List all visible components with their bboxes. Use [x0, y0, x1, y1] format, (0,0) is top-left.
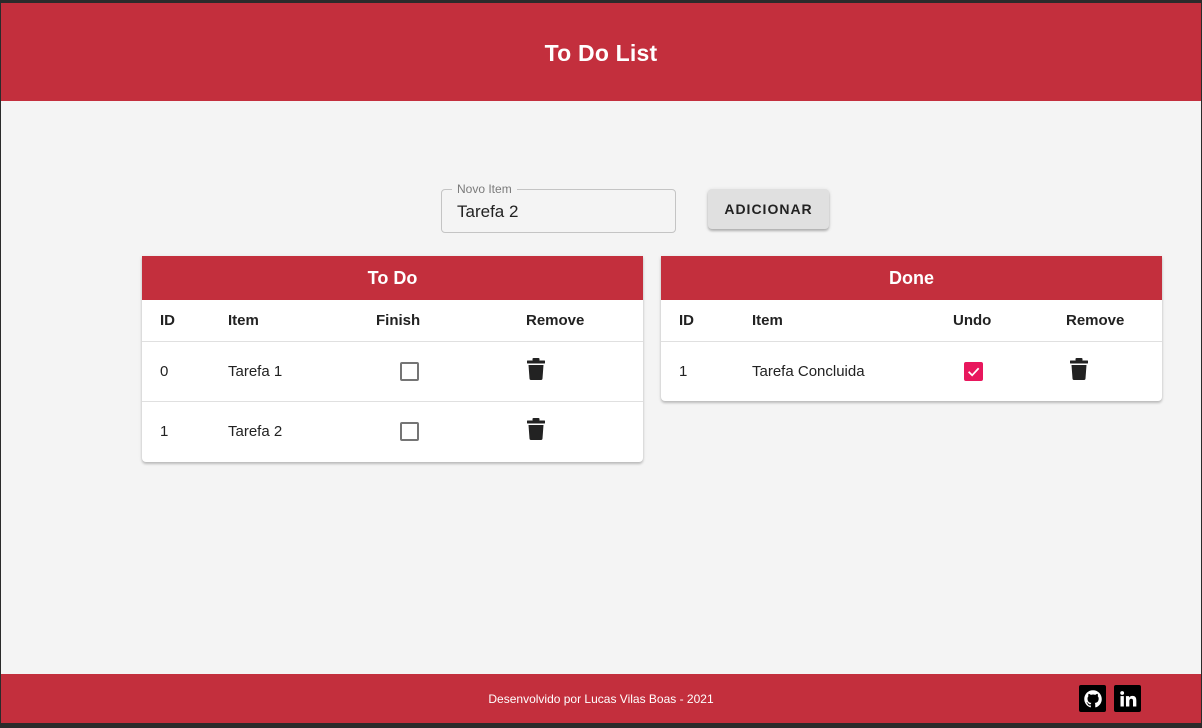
done-col-id: ID [661, 300, 734, 342]
app-footer: Desenvolvido por Lucas Vilas Boas - 2021 [1, 674, 1201, 723]
todo-row-item: Tarefa 2 [228, 422, 283, 440]
linkedin-icon[interactable] [1114, 685, 1141, 712]
table-row: 1 Tarefa Concluida [661, 341, 1162, 401]
done-col-item: Item [734, 300, 919, 342]
github-icon[interactable] [1079, 685, 1106, 712]
todo-card-title: To Do [142, 256, 643, 300]
todo-table: ID Item Finish Remove 0 Tarefa 1 1 Taref… [142, 300, 643, 461]
todo-card: To Do ID Item Finish Remove 0 Tarefa 1 1… [142, 256, 643, 462]
new-item-field[interactable]: Novo Item [441, 182, 676, 233]
finish-checkbox[interactable] [400, 361, 419, 381]
todo-col-remove: Remove [483, 300, 643, 342]
trash-icon[interactable] [527, 358, 545, 384]
done-card-title: Done [661, 256, 1162, 300]
done-card: Done ID Item Undo Remove 1 Tarefa Conclu… [661, 256, 1162, 401]
done-table: ID Item Undo Remove 1 Tarefa Concluida [661, 300, 1162, 401]
done-col-undo: Undo [919, 300, 1021, 342]
footer-credits: Desenvolvido por Lucas Vilas Boas - 2021 [488, 692, 714, 706]
table-row: 1 Tarefa 2 [142, 401, 643, 461]
app-header: To Do List [1, 3, 1201, 101]
checkmark-icon [968, 367, 980, 377]
done-row-id: 1 [679, 362, 688, 380]
todo-col-id: ID [142, 300, 228, 342]
add-button[interactable]: ADICIONAR [708, 189, 829, 229]
undo-checkbox[interactable] [964, 361, 983, 381]
page-title: To Do List [544, 39, 658, 66]
finish-checkbox[interactable] [400, 421, 419, 441]
table-row: 0 Tarefa 1 [142, 341, 643, 402]
app-frame: To Do List Novo Item ADICIONAR To Do ID … [1, 3, 1201, 723]
todo-row-item: Tarefa 1 [228, 341, 376, 402]
todo-col-item: Item [228, 300, 376, 342]
todo-header-row: ID Item Finish Remove [142, 300, 643, 342]
done-header-row: ID Item Undo Remove [661, 300, 1162, 342]
todo-row-id: 1 [160, 422, 169, 440]
done-col-remove: Remove [1021, 300, 1162, 342]
todo-col-finish: Finish [376, 300, 483, 342]
done-row-item: Tarefa Concluida [752, 362, 865, 380]
todo-row-id: 0 [142, 341, 228, 402]
new-item-label: Novo Item [452, 182, 517, 196]
trash-icon[interactable] [1070, 358, 1088, 384]
new-item-input[interactable] [457, 200, 662, 224]
trash-icon[interactable] [527, 418, 545, 444]
